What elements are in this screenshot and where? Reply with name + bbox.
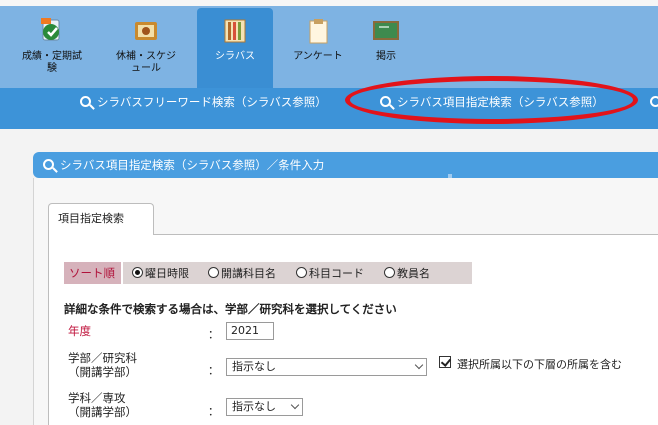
survey-icon: [303, 16, 333, 46]
sort-option-label: 曜日時限: [145, 267, 189, 280]
syllabus-icon: [220, 16, 250, 46]
include-sub-checkbox[interactable]: [439, 356, 451, 368]
sort-radio-day-period[interactable]: 曜日時限: [132, 267, 189, 280]
nav-label-survey: アンケート: [293, 51, 343, 62]
schedule-icon: [131, 16, 161, 46]
nav-label-schedule: 休補・スケジュール: [116, 51, 176, 74]
search-icon: [43, 159, 54, 170]
highlight-oval: [345, 76, 638, 124]
sort-option-label: 教員名: [397, 267, 430, 280]
radio-icon: [296, 267, 307, 278]
sort-radio-course-code[interactable]: 科目コード: [296, 267, 364, 280]
chevron-down-icon: [290, 400, 300, 410]
sort-option-label: 開講科目名: [221, 267, 276, 280]
year-label: 年度: [68, 324, 91, 338]
sort-order-bar: ソート順 曜日時限 開講科目名 科目コード 教員名: [64, 262, 472, 284]
sort-radio-instructor[interactable]: 教員名: [384, 267, 430, 280]
subnav-free-word-label: シラバスフリーワード検索（シラバス参照）: [97, 95, 327, 109]
tab-item-search[interactable]: 項目指定検索: [48, 203, 154, 235]
department-label: 学科／専攻: [68, 391, 126, 405]
include-sub-label: 選択所属以下の下層の所属を含む: [457, 358, 622, 371]
subnav-free-word-search[interactable]: シラバスフリーワード検索（シラバス参照）: [80, 94, 327, 110]
nav-label-bulletin: 掲示: [376, 51, 396, 62]
top-strip: [0, 0, 658, 6]
faculty-select[interactable]: 指示なし: [226, 358, 427, 376]
grade-icon: [37, 16, 67, 46]
search-icon: [80, 96, 91, 107]
nav-item-schedule[interactable]: 休補・スケジュール: [116, 8, 176, 88]
sort-order-label: ソート順: [64, 262, 123, 284]
department-select-value: 指示なし: [232, 400, 276, 413]
department-select[interactable]: 指示なし: [226, 398, 303, 416]
nav-item-survey[interactable]: アンケート: [283, 8, 353, 88]
tab-divider: [154, 234, 658, 235]
faculty-label: 学部／研究科: [68, 351, 137, 365]
section-title: シラバス項目指定検索（シラバス参照）／条件入力: [60, 158, 325, 172]
top-nav-bar: 成績・定期試験 休補・スケジュール シラバス アンケート 掲示: [0, 0, 658, 88]
department-sublabel: （開講学部）: [68, 405, 137, 419]
chevron-down-icon: [414, 360, 424, 370]
faculty-select-value: 指示なし: [232, 360, 276, 373]
nav-item-grades[interactable]: 成績・定期試験: [22, 8, 82, 88]
nav-label-syllabus: シラバス: [215, 51, 255, 62]
radio-selected-icon: [132, 267, 143, 278]
bulletin-icon: [371, 16, 401, 46]
search-icon: [650, 96, 658, 107]
faculty-colon: ：: [208, 364, 219, 377]
radio-icon: [384, 267, 395, 278]
section-header: シラバス項目指定検索（シラバス参照）／条件入力: [33, 152, 658, 178]
department-colon: ：: [208, 405, 219, 418]
nav-item-syllabus[interactable]: シラバス: [197, 8, 273, 88]
faculty-sublabel: （開講学部）: [68, 365, 137, 379]
search-instruction: 詳細な条件で検索する場合は、学部／研究科を選択してください: [64, 302, 397, 316]
year-colon: ：: [208, 328, 219, 341]
sort-option-label: 科目コード: [309, 267, 364, 280]
sort-radio-course-name[interactable]: 開講科目名: [208, 267, 276, 280]
nav-item-bulletin[interactable]: 掲示: [356, 8, 416, 88]
year-input[interactable]: 2021: [226, 322, 274, 340]
radio-icon: [208, 267, 219, 278]
nav-label-grades: 成績・定期試験: [22, 51, 82, 74]
subnav-more[interactable]: [650, 94, 658, 110]
